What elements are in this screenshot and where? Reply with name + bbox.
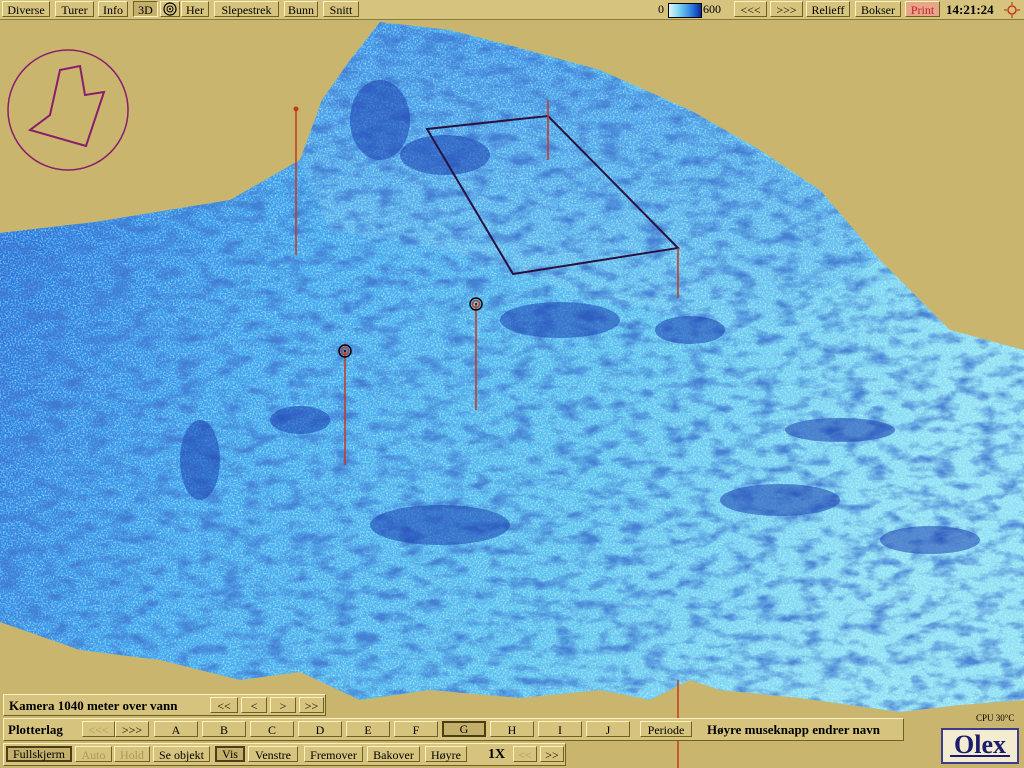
turer-button[interactable]: Turer [55,1,94,17]
layer-g-button[interactable]: G [442,721,486,737]
zoom-next-button[interactable]: >> [540,746,564,762]
hold-button[interactable]: Hold [114,746,150,762]
compass-arrow-icon[interactable] [7,49,129,171]
fullskjerm-button[interactable]: Fullskjerm [6,746,72,762]
target-icon [163,2,177,16]
bunn-button[interactable]: Bunn [284,1,318,17]
scale-min-label: 0 [658,2,664,16]
diverse-button[interactable]: Diverse [2,1,50,17]
layer-c-button[interactable]: C [250,721,294,737]
plotter-layer-panel: Plotterlag <<< >>> ABCDEFGHIJ Periode Hø… [3,718,904,741]
clock-time: 14:21:24 [946,2,994,17]
layer-f-button[interactable]: F [394,721,438,737]
camera-panel: Kamera 1040 meter over vann << < > >> [3,694,326,716]
layer-h-button[interactable]: H [490,721,534,737]
bakover-button[interactable]: Bakover [367,746,420,762]
layer-i-button[interactable]: I [538,721,582,737]
3d-button[interactable]: 3D [133,1,158,17]
layer-j-button[interactable]: J [586,721,630,737]
olex-logo: Olex [941,728,1019,764]
next-button[interactable]: >>> [770,1,803,17]
auto-button[interactable]: Auto [75,746,112,762]
fremover-button[interactable]: Fremover [304,746,363,762]
scale-max-label: 600 [703,2,721,16]
target-button[interactable] [160,1,180,17]
marker-top-point[interactable] [293,106,299,112]
venstre-button[interactable]: Venstre [248,746,298,762]
her-button[interactable]: Her [181,1,209,17]
view-panel: Fullskjerm Auto Hold Se objekt Vis Venst… [3,743,566,766]
camera-forward-button[interactable]: > [270,697,296,713]
top-toolbar: Diverse Turer Info 3D Her Slepestrek Bun… [0,0,1024,20]
layer-b-button[interactable]: B [202,721,246,737]
plotter-label: Plotterlag [8,722,63,737]
print-button[interactable]: Print [905,1,940,17]
slepestrek-button[interactable]: Slepestrek [214,1,279,17]
camera-fast-back-button[interactable]: << [210,697,238,713]
plotter-hint: Høyre museknapp endrer navn [707,722,881,737]
waypoint-icon[interactable] [338,344,352,358]
zoom-label: 1X [488,747,506,762]
plotter-next-button[interactable]: >>> [115,721,149,737]
layer-e-button[interactable]: E [346,721,390,737]
camera-label: Kamera 1040 meter over vann [9,698,178,713]
hoyre-button[interactable]: Høyre [425,746,467,762]
layer-d-button[interactable]: D [298,721,342,737]
sun-icon[interactable] [1004,2,1020,18]
relieff-button[interactable]: Relieff [806,1,850,17]
camera-back-button[interactable]: < [241,697,267,713]
seabed-3d-view[interactable] [0,20,1024,768]
seabed-terrain [0,22,1024,712]
bokser-button[interactable]: Bokser [855,1,901,17]
cpu-temp-label: CPU 30°C [976,713,1015,723]
waypoint-icon[interactable] [469,297,483,311]
snitt-button[interactable]: Snitt [323,1,359,17]
camera-fast-forward-button[interactable]: >> [299,697,324,713]
vis-button[interactable]: Vis [215,746,245,762]
zoom-prev-button[interactable]: << [513,746,537,762]
layer-a-button[interactable]: A [154,721,198,737]
plotter-prev-button[interactable]: <<< [82,721,115,737]
info-button[interactable]: Info [98,1,128,17]
se-objekt-button[interactable]: Se objekt [153,746,210,762]
periode-button[interactable]: Periode [640,721,692,737]
depth-color-scale[interactable] [668,3,702,18]
prev-button[interactable]: <<< [734,1,767,17]
